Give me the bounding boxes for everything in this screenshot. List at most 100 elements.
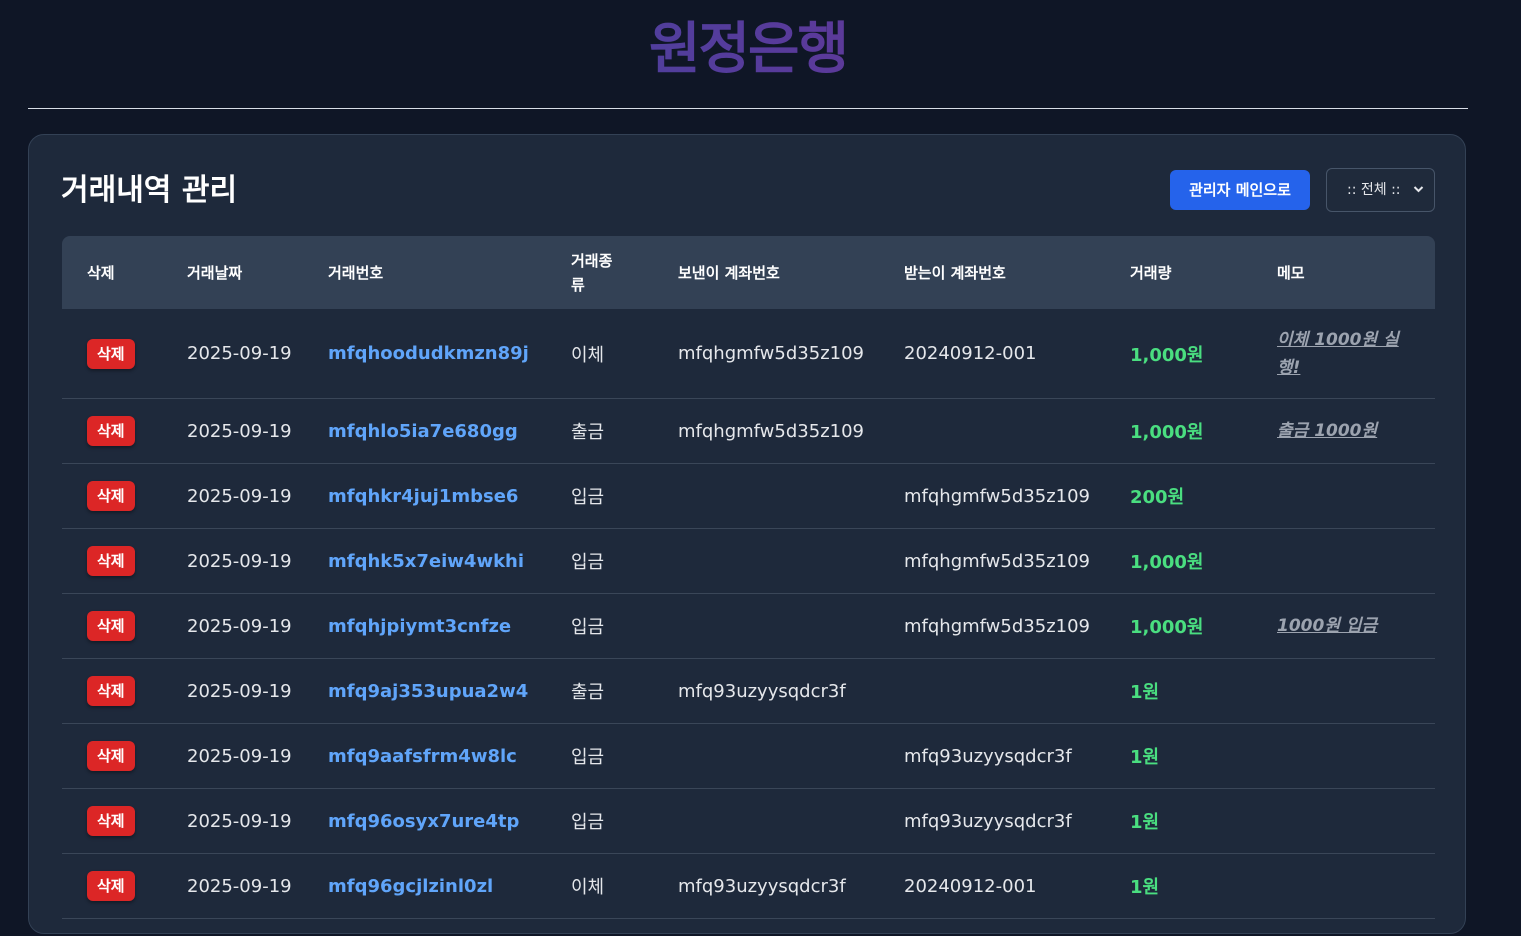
cell-sender: mfqhgmfw5d35z109 bbox=[678, 399, 864, 463]
cell-date: 2025-09-19 bbox=[187, 789, 292, 853]
row-amount: 1원 bbox=[1130, 877, 1160, 898]
cell-type: 입금 bbox=[571, 594, 604, 658]
cell-sender: mfq93uzyysqdcr3f bbox=[678, 854, 846, 918]
bank-logo-title[interactable]: 원정은행 bbox=[0, 14, 1496, 86]
cell-type: 입금 bbox=[571, 789, 604, 853]
row-amount: 200원 bbox=[1130, 487, 1185, 508]
row-receiver-account: 20240912-001 bbox=[904, 875, 1037, 897]
row-amount: 1원 bbox=[1130, 682, 1160, 703]
row-receiver-account: mfq93uzyysqdcr3f bbox=[904, 745, 1072, 767]
row-type: 이체 bbox=[571, 877, 605, 898]
cell-receiver: 20240912-001 bbox=[904, 854, 1036, 918]
row-memo-link[interactable]: 1000원 입금 bbox=[1277, 612, 1377, 640]
cell-receiver: mfq93uzyysqdcr3f bbox=[904, 789, 1072, 853]
cell-receiver: mfqhgmfw5d35z109 bbox=[904, 529, 1090, 593]
row-type: 이체 bbox=[571, 344, 605, 366]
row-amount: 1원 bbox=[1130, 747, 1160, 768]
row-type: 출금 bbox=[571, 422, 605, 443]
cell-txid: mfqhoodudkmzn89j bbox=[328, 309, 529, 398]
table-row: 삭제 2025-09-19 mfqhkr4juj1mbse6 입금 mfqhgmfw5d… bbox=[62, 464, 1435, 529]
delete-button[interactable]: 삭제 bbox=[87, 871, 135, 901]
header-type-line2: 류 bbox=[571, 275, 585, 294]
table-header-row: 삭제 거래날짜 거래번호 거래종 류 보낸이 계좌번호 받는이 계좌번호 거래량… bbox=[62, 236, 1435, 309]
page-title: 거래내역 관리 bbox=[61, 173, 238, 208]
delete-button[interactable]: 삭제 bbox=[87, 481, 135, 511]
row-sender-account: mfqhgmfw5d35z109 bbox=[678, 343, 864, 364]
table-row: 삭제 2025-09-19 mfqhlo5ia7e680gg 출금 mfqhgmfw5d… bbox=[62, 399, 1435, 464]
table-row: 삭제 2025-09-19 mfqhjpiymt3cnfze 입금 mfqhgmfw5d… bbox=[62, 594, 1435, 659]
cell-type: 입금 bbox=[571, 529, 604, 593]
row-type: 출금 bbox=[571, 682, 605, 703]
header-date: 거래날짜 bbox=[187, 263, 243, 282]
table-row: 삭제 2025-09-19 mfq9aj353upua2w4 출금 mfq93uzyys… bbox=[62, 659, 1435, 724]
cell-date: 2025-09-19 bbox=[187, 464, 292, 528]
row-txid-link[interactable]: mfq96gcjlzinl0zl bbox=[328, 876, 493, 897]
cell-delete: 삭제 bbox=[87, 594, 135, 658]
row-receiver-account: mfqhgmfw5d35z109 bbox=[904, 485, 1090, 507]
admin-main-button[interactable]: 관리자 메인으로 bbox=[1170, 170, 1310, 210]
row-receiver-account: 20240912-001 bbox=[904, 343, 1037, 364]
row-type: 입금 bbox=[571, 617, 605, 638]
row-date: 2025-09-19 bbox=[187, 810, 292, 832]
row-txid-link[interactable]: mfqhlo5ia7e680gg bbox=[328, 421, 518, 442]
row-receiver-account: mfqhgmfw5d35z109 bbox=[904, 615, 1090, 637]
delete-button[interactable]: 삭제 bbox=[87, 611, 135, 641]
delete-button[interactable]: 삭제 bbox=[87, 338, 135, 369]
cell-date: 2025-09-19 bbox=[187, 594, 292, 658]
cell-date: 2025-09-19 bbox=[187, 309, 292, 398]
delete-button[interactable]: 삭제 bbox=[87, 416, 135, 446]
cell-memo: 이체 1000원 실 행! bbox=[1277, 309, 1399, 398]
header-txid: 거래번호 bbox=[328, 263, 384, 282]
delete-button[interactable]: 삭제 bbox=[87, 806, 135, 836]
row-sender-account: mfq93uzyysqdcr3f bbox=[678, 680, 846, 702]
cell-sender: mfqhgmfw5d35z109 bbox=[678, 309, 864, 398]
table-row: 삭제 2025-09-19 mfq96gcjlzinl0zl 이체 mfq93uzyys… bbox=[62, 854, 1435, 919]
cell-amount: 1원 bbox=[1130, 854, 1159, 918]
row-txid-link[interactable]: mfqhjpiymt3cnfze bbox=[328, 616, 511, 637]
row-memo-link[interactable]: 이체 1000원 실 bbox=[1277, 326, 1399, 354]
table-row: 삭제 2025-09-19 mfqhoodudkmzn89j 이체 mfqhgmfw5d… bbox=[62, 309, 1435, 399]
row-memo-link[interactable]: 출금 1000원 bbox=[1277, 417, 1377, 445]
header-divider bbox=[28, 108, 1468, 109]
row-txid-link[interactable]: mfq96osyx7ure4tp bbox=[328, 811, 519, 832]
row-txid-link[interactable]: mfq9aafsfrm4w8lc bbox=[328, 746, 517, 767]
row-txid-link[interactable]: mfqhk5x7eiw4wkhi bbox=[328, 551, 524, 572]
row-amount: 1원 bbox=[1130, 812, 1160, 833]
row-amount: 1,000원 bbox=[1130, 344, 1204, 366]
row-date: 2025-09-19 bbox=[187, 550, 292, 572]
cell-txid: mfq9aj353upua2w4 bbox=[328, 659, 528, 723]
row-memo-link[interactable]: 행! bbox=[1277, 354, 1300, 382]
row-date: 2025-09-19 bbox=[187, 615, 292, 637]
cell-amount: 1,000원 bbox=[1130, 309, 1204, 398]
cell-amount: 1,000원 bbox=[1130, 399, 1204, 463]
row-amount: 1,000원 bbox=[1130, 617, 1204, 638]
row-date: 2025-09-19 bbox=[187, 745, 292, 767]
cell-type: 이체 bbox=[571, 854, 604, 918]
cell-txid: mfq9aafsfrm4w8lc bbox=[328, 724, 517, 788]
cell-date: 2025-09-19 bbox=[187, 399, 292, 463]
row-txid-link[interactable]: mfqhoodudkmzn89j bbox=[328, 343, 529, 364]
row-sender-account: mfq93uzyysqdcr3f bbox=[678, 875, 846, 897]
row-type: 입금 bbox=[571, 552, 605, 573]
transaction-type-filter-select[interactable]: :: 전체 :: bbox=[1326, 168, 1435, 212]
row-txid-link[interactable]: mfqhkr4juj1mbse6 bbox=[328, 486, 518, 507]
cell-txid: mfqhjpiymt3cnfze bbox=[328, 594, 511, 658]
cell-amount: 200원 bbox=[1130, 464, 1184, 528]
delete-button[interactable]: 삭제 bbox=[87, 741, 135, 771]
cell-delete: 삭제 bbox=[87, 724, 135, 788]
cell-delete: 삭제 bbox=[87, 309, 135, 398]
header-receiver: 받는이 계좌번호 bbox=[904, 263, 1006, 282]
cell-receiver: mfqhgmfw5d35z109 bbox=[904, 594, 1090, 658]
row-date: 2025-09-19 bbox=[187, 420, 292, 442]
row-receiver-account: mfqhgmfw5d35z109 bbox=[904, 550, 1090, 572]
row-amount: 1,000원 bbox=[1130, 552, 1204, 573]
row-txid-link[interactable]: mfq9aj353upua2w4 bbox=[328, 681, 528, 702]
delete-button[interactable]: 삭제 bbox=[87, 546, 135, 576]
header-delete: 삭제 bbox=[87, 263, 115, 282]
row-sender-account: mfqhgmfw5d35z109 bbox=[678, 420, 864, 442]
delete-button[interactable]: 삭제 bbox=[87, 676, 135, 706]
cell-type: 입금 bbox=[571, 724, 604, 788]
cell-date: 2025-09-19 bbox=[187, 854, 292, 918]
row-type: 입금 bbox=[571, 812, 605, 833]
cell-amount: 1원 bbox=[1130, 724, 1159, 788]
